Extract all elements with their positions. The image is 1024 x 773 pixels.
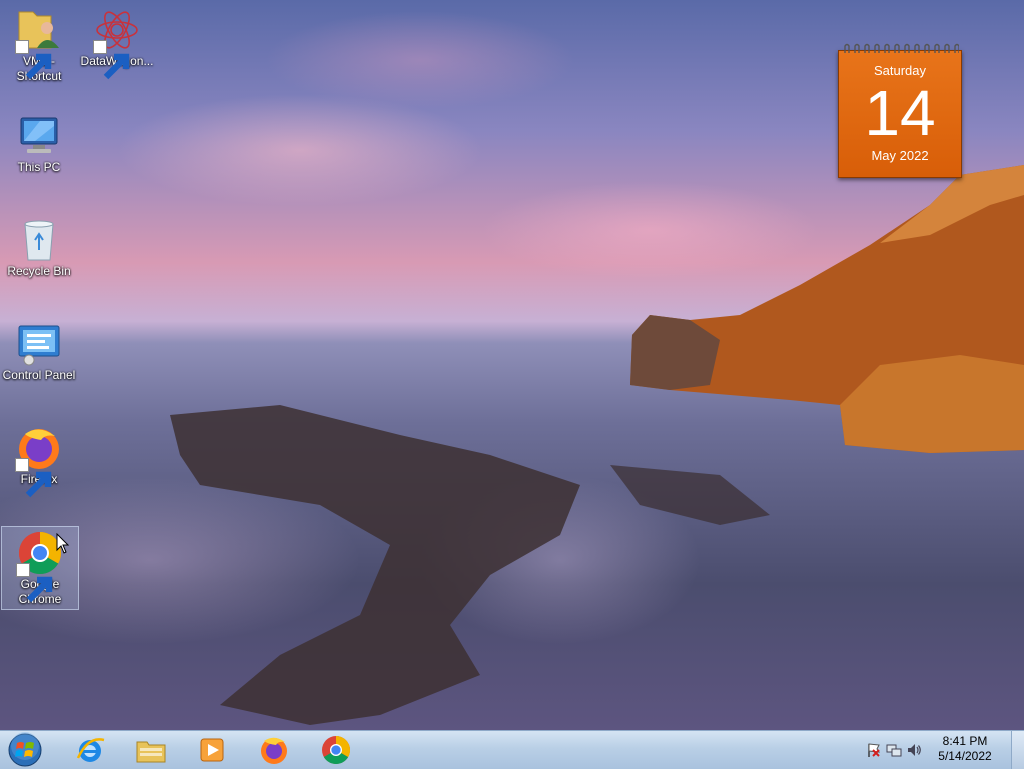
calendar-month-year: May 2022 <box>871 148 929 163</box>
shortcut-arrow-icon <box>15 458 52 498</box>
desktop-icon-control-panel[interactable]: Control Panel <box>1 318 77 383</box>
desktop-icon-this-pc[interactable]: This PC <box>1 110 77 175</box>
shortcut-arrow-icon <box>16 563 53 603</box>
desktop-icon-recycle-bin[interactable]: Recycle Bin <box>1 214 77 279</box>
action-center-flag-icon[interactable] <box>866 742 882 758</box>
calendar-gadget[interactable]: Saturday 14 May 2022 <box>838 43 962 178</box>
taskbar-clock[interactable]: 8:41 PM 5/14/2022 <box>930 734 1000 764</box>
desktop-icon-label: This PC <box>17 160 61 174</box>
mouse-cursor-icon <box>56 533 70 554</box>
taskbar-internet-explorer[interactable] <box>64 733 116 767</box>
taskbar-file-explorer[interactable] <box>125 733 177 767</box>
start-button[interactable] <box>6 732 44 768</box>
taskbar: 8:41 PM 5/14/2022 <box>0 730 1024 769</box>
volume-icon[interactable] <box>906 742 922 758</box>
calendar-weekday: Saturday <box>873 63 927 78</box>
system-tray: 8:41 PM 5/14/2022 <box>854 731 1024 769</box>
taskbar-chrome[interactable] <box>310 733 362 767</box>
firefox-icon <box>261 737 287 764</box>
network-icon[interactable] <box>886 742 902 758</box>
recycle-bin-icon <box>24 220 54 261</box>
desktop-icon-datawagon[interactable]: DataWagon... <box>79 4 155 80</box>
desktop-icon-label: Control Panel <box>2 368 76 382</box>
shortcut-arrow-icon <box>93 40 130 80</box>
taskbar-firefox[interactable] <box>248 733 300 767</box>
clock-date: 5/14/2022 <box>938 749 992 763</box>
calendar-rings-icon <box>844 43 959 53</box>
shortcut-arrow-icon <box>15 40 52 80</box>
taskbar-media-player[interactable] <box>186 733 238 767</box>
windows-logo-icon <box>8 732 42 767</box>
show-desktop-button[interactable] <box>1011 731 1024 769</box>
desktop-icon-label: Recycle Bin <box>7 264 71 278</box>
computer-icon <box>20 117 58 153</box>
file-explorer-icon <box>136 741 166 763</box>
desktop-icon-vm1-shortcut[interactable]: VM1 - Shortcut <box>1 4 77 84</box>
media-player-icon <box>200 738 224 762</box>
calendar-day-number: 14 <box>864 77 936 149</box>
desktop-icon-firefox[interactable]: Firefox <box>1 422 77 498</box>
clock-time: 8:41 PM <box>942 734 988 748</box>
control-panel-icon <box>18 325 60 366</box>
wallpaper-rock-ledge <box>170 405 770 725</box>
internet-explorer-icon <box>76 738 105 762</box>
chrome-icon <box>322 736 351 765</box>
